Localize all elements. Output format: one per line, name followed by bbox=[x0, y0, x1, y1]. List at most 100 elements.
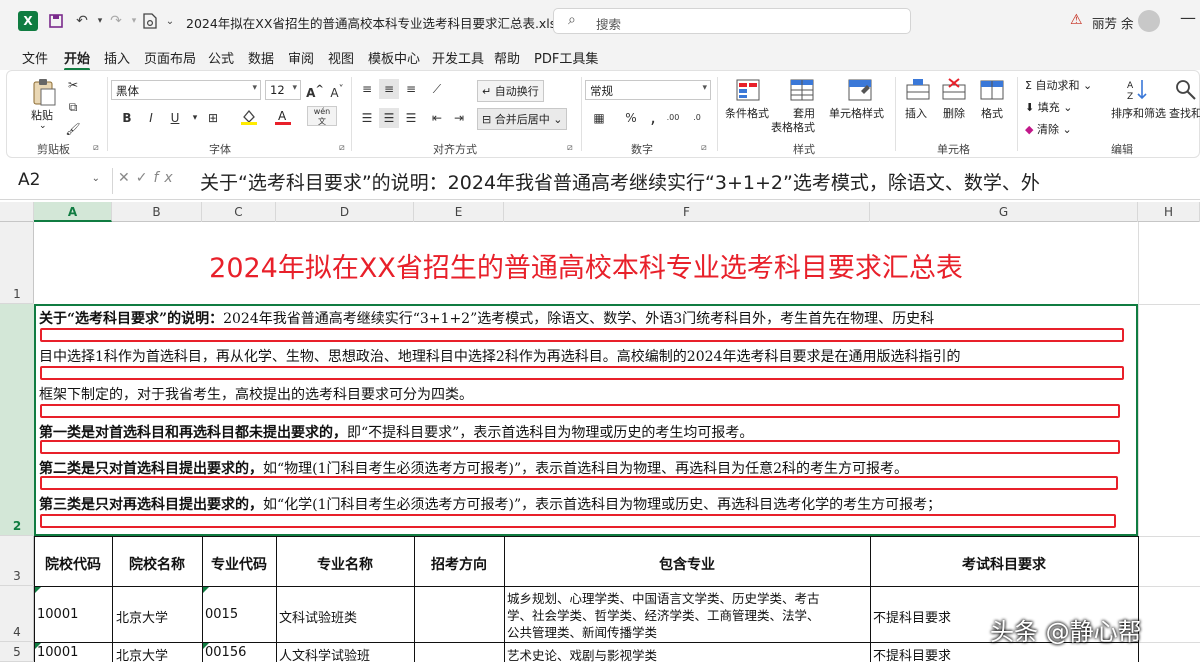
undo-icon[interactable]: ↶ bbox=[72, 11, 92, 31]
phonetic-icon[interactable]: wén 文 bbox=[307, 106, 337, 126]
find-select-button[interactable]: 查找和 bbox=[1169, 105, 1200, 121]
column-header-g[interactable]: G bbox=[870, 202, 1138, 222]
decrease-font-icon[interactable]: A˅ bbox=[327, 80, 347, 100]
header-includes[interactable]: 包含专业 bbox=[504, 554, 870, 574]
number-launcher-icon[interactable]: ⧄ bbox=[701, 143, 707, 153]
column-header-b[interactable]: B bbox=[112, 202, 202, 222]
align-left-icon[interactable]: ☰ bbox=[357, 108, 377, 128]
column-header-e[interactable]: E bbox=[414, 202, 504, 222]
delete-cells-button[interactable]: 删除 bbox=[943, 105, 965, 121]
header-requirement[interactable]: 考试科目要求 bbox=[870, 554, 1138, 574]
row-header-5[interactable]: 5 bbox=[0, 642, 34, 662]
confirm-icon[interactable]: ✓ bbox=[136, 170, 154, 186]
row-header-2[interactable]: 2 bbox=[0, 304, 34, 536]
clear-button[interactable]: ◆ 清除 ⌄ bbox=[1025, 121, 1072, 137]
align-right-icon[interactable]: ☰ bbox=[401, 108, 421, 128]
row-header-4[interactable]: 4 bbox=[0, 586, 34, 642]
sort-filter-button[interactable]: 排序和筛选 bbox=[1111, 105, 1166, 121]
cut-icon[interactable]: ✂ bbox=[63, 75, 83, 95]
column-header-h[interactable]: H bbox=[1138, 202, 1200, 222]
font-launcher-icon[interactable]: ⧄ bbox=[339, 143, 345, 153]
tab-page-layout[interactable]: 页面布局 bbox=[144, 48, 196, 67]
insert-cells-button[interactable]: 插入 bbox=[905, 105, 927, 121]
tab-help[interactable]: 帮助 bbox=[494, 48, 520, 67]
header-school-code[interactable]: 院校代码 bbox=[34, 554, 112, 574]
table-cell[interactable]: 北京大学 bbox=[116, 607, 202, 626]
orientation-icon[interactable]: ⟋ bbox=[427, 79, 447, 99]
accounting-format-icon[interactable]: ▦ bbox=[589, 108, 609, 128]
formula-input[interactable]: 关于“选考科目要求”的说明：2024年我省普通高考继续实行“3+1+2”选考模式… bbox=[200, 168, 1200, 195]
minimize-icon[interactable]: — bbox=[1180, 8, 1196, 27]
column-header-f[interactable]: F bbox=[504, 202, 870, 222]
decrease-decimal-icon[interactable]: .0 bbox=[687, 108, 707, 128]
row-header-1[interactable]: 1 bbox=[0, 222, 34, 304]
number-format-combo[interactable]: 常规 ▾ bbox=[585, 80, 711, 100]
table-cell[interactable]: 北京大学 bbox=[116, 645, 202, 664]
comma-style-icon[interactable]: , bbox=[643, 108, 663, 128]
tab-file[interactable]: 文件 bbox=[22, 48, 48, 67]
find-select-icon[interactable] bbox=[1173, 77, 1200, 103]
italic-icon[interactable]: I bbox=[141, 108, 161, 128]
underline-dropdown-icon[interactable]: ▾ bbox=[185, 108, 205, 128]
align-middle-icon[interactable]: ≡ bbox=[379, 79, 399, 99]
tab-home[interactable]: 开始 bbox=[64, 48, 90, 67]
sheet-title[interactable]: 2024年拟在XX省招生的普通高校本科专业选考科目要求汇总表 bbox=[34, 222, 1138, 304]
user-name[interactable]: 丽芳 余 bbox=[1092, 13, 1133, 32]
search-box[interactable]: ⌕ 搜索 bbox=[553, 8, 911, 34]
avatar[interactable] bbox=[1138, 10, 1160, 32]
align-center-icon[interactable]: ☰ bbox=[379, 108, 399, 128]
font-size-combo[interactable]: 12 ▾ bbox=[265, 80, 301, 100]
table-cell[interactable]: 10001 bbox=[37, 645, 111, 660]
tab-developer[interactable]: 开发工具 bbox=[432, 48, 484, 67]
alignment-launcher-icon[interactable]: ⧄ bbox=[567, 143, 573, 153]
table-cell[interactable]: 艺术史论、戏剧与影视学类 bbox=[507, 645, 869, 664]
autosum-button[interactable]: Σ 自动求和 ⌄ bbox=[1025, 77, 1092, 93]
format-as-table-line2[interactable]: 表格格式 bbox=[771, 119, 815, 135]
format-cells-button[interactable]: 格式 bbox=[981, 105, 1003, 121]
column-header-a[interactable]: A bbox=[34, 202, 112, 222]
conditional-formatting-button[interactable]: 条件格式 bbox=[725, 105, 769, 121]
tab-formulas[interactable]: 公式 bbox=[208, 48, 234, 67]
font-name-combo[interactable]: 黑体 ▾ bbox=[111, 80, 261, 100]
bold-icon[interactable]: B bbox=[117, 108, 137, 128]
decrease-indent-icon[interactable]: ⇤ bbox=[427, 108, 447, 128]
redo-icon[interactable]: ↷ bbox=[106, 11, 126, 31]
increase-decimal-icon[interactable]: .00 bbox=[663, 108, 683, 128]
tab-view[interactable]: 视图 bbox=[328, 48, 354, 67]
table-cell[interactable]: 0015 bbox=[205, 607, 275, 622]
warning-icon[interactable]: ⚠ bbox=[1070, 12, 1083, 28]
borders-icon[interactable]: ⊞ bbox=[203, 108, 223, 128]
align-top-icon[interactable]: ≡ bbox=[357, 79, 377, 99]
percent-icon[interactable]: % bbox=[621, 108, 641, 128]
save-icon[interactable] bbox=[46, 11, 66, 31]
cell-styles-icon[interactable] bbox=[847, 77, 877, 103]
format-painter-icon[interactable]: 🖌 bbox=[63, 119, 83, 139]
tab-review[interactable]: 审阅 bbox=[288, 48, 314, 67]
description-cell[interactable]: 关于“选考科目要求”的说明：2024年我省普通高考继续实行“3+1+2”选考模式… bbox=[34, 304, 1138, 536]
paste-dropdown-icon[interactable]: ⌄ bbox=[39, 121, 47, 131]
table-cell[interactable]: 00156 bbox=[205, 645, 275, 660]
header-direction[interactable]: 招考方向 bbox=[414, 554, 504, 574]
header-major-code[interactable]: 专业代码 bbox=[202, 554, 276, 574]
header-school-name[interactable]: 院校名称 bbox=[112, 554, 202, 574]
format-as-table-icon[interactable] bbox=[789, 77, 819, 103]
worksheet-grid[interactable]: 2024年拟在XX省招生的普通高校本科专业选考科目要求汇总表 关于“选考科目要求… bbox=[34, 222, 1200, 664]
column-header-d[interactable]: D bbox=[276, 202, 414, 222]
conditional-formatting-icon[interactable] bbox=[735, 77, 765, 103]
clipboard-launcher-icon[interactable]: ⧄ bbox=[93, 143, 99, 153]
table-cell[interactable]: 人文科学试验班 bbox=[279, 645, 413, 664]
tab-insert[interactable]: 插入 bbox=[104, 48, 130, 67]
increase-font-icon[interactable]: A^ bbox=[305, 80, 325, 100]
table-cell[interactable]: 文科试验班类 bbox=[279, 607, 413, 626]
cell-styles-button[interactable]: 单元格样式 bbox=[829, 105, 884, 121]
underline-icon[interactable]: U bbox=[165, 108, 185, 128]
table-cell[interactable]: 公共管理类、新闻传播学类 bbox=[507, 622, 869, 641]
paste-icon[interactable] bbox=[29, 77, 59, 106]
fill-color-icon[interactable] bbox=[239, 108, 259, 128]
table-cell[interactable]: 10001 bbox=[37, 607, 111, 622]
name-box[interactable]: A2 ⌄ bbox=[10, 167, 106, 195]
insert-cells-icon[interactable] bbox=[905, 77, 935, 103]
fill-button[interactable]: ⬇ 填充 ⌄ bbox=[1025, 99, 1072, 115]
select-all-corner[interactable] bbox=[0, 202, 34, 222]
insert-function-icon[interactable]: fx bbox=[153, 170, 178, 186]
